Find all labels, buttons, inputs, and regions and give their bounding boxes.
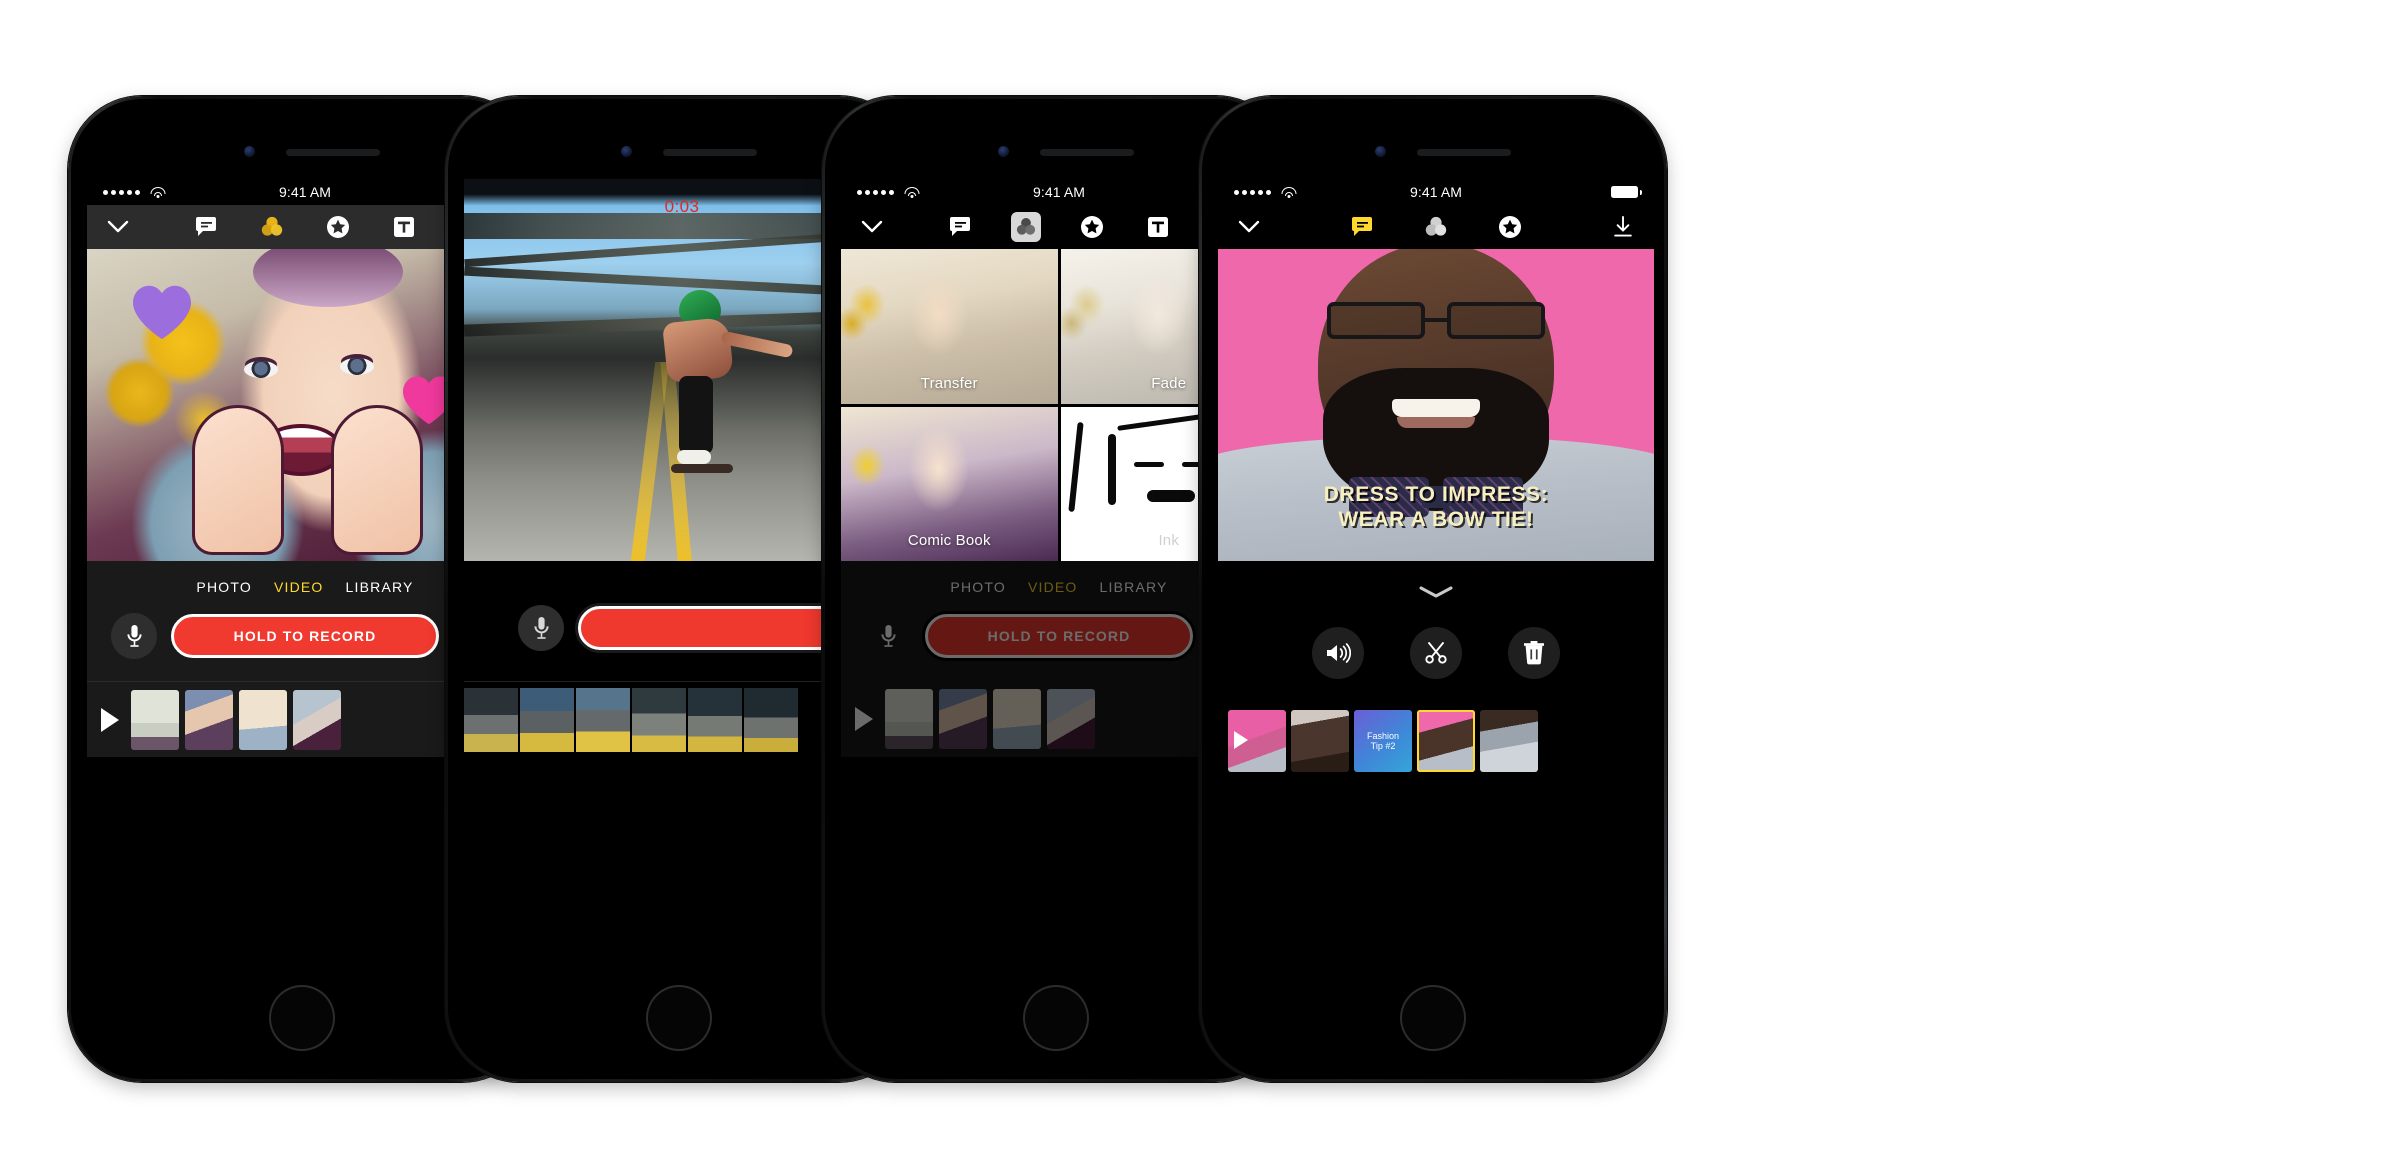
phone-4-preview[interactable]: DRESS TO IMPRESS: WEAR A BOW TIE!	[1218, 249, 1654, 561]
filter-comic-book-label: Comic Book	[907, 532, 991, 549]
text-icon[interactable]	[389, 212, 419, 242]
clip-skate-2[interactable]	[520, 687, 574, 752]
clip-closeup[interactable]	[1291, 710, 1349, 772]
chevron-down-icon[interactable]	[857, 212, 887, 242]
clip-two-friends[interactable]	[939, 689, 987, 749]
phone-4-filmstrip: Fashion Tip #2	[1218, 703, 1654, 779]
clip-bowtie-smile[interactable]	[1417, 710, 1475, 772]
clip-title-card[interactable]: Fashion Tip #2	[1354, 710, 1412, 772]
caption-line-2: WEAR A BOW TIE!	[1338, 508, 1534, 532]
phone-4-body: 9:41 AM DRESS TO IMPRESS: WEAR A BOW TIE…	[1202, 99, 1664, 1079]
microphone-icon[interactable]	[111, 613, 157, 659]
filters-icon[interactable]	[1421, 212, 1451, 242]
volume-icon[interactable]	[1312, 627, 1364, 679]
status-time: 9:41 AM	[278, 184, 332, 200]
filters-icon[interactable]	[1011, 212, 1041, 242]
wifi-icon	[1281, 186, 1296, 198]
filter-transfer[interactable]: Transfer	[841, 249, 1058, 404]
text-icon[interactable]	[1143, 212, 1173, 242]
clip-title-card-caption: Fashion Tip #2	[1366, 730, 1400, 751]
microphone-icon[interactable]	[865, 613, 911, 659]
status-time: 9:41 AM	[1409, 184, 1463, 200]
glasses-shape	[1327, 302, 1545, 340]
filter-transfer-label: Transfer	[920, 374, 978, 392]
status-bar: 9:41 AM	[1218, 179, 1654, 205]
home-button[interactable]	[1023, 985, 1089, 1051]
screenshot-canvas: 9:41 AM PHOTO VIDEO LIBRARY HOLD TO RECO…	[0, 0, 2400, 1154]
clip-bowtie-detail[interactable]	[1480, 710, 1538, 772]
recording-button[interactable]	[578, 606, 846, 650]
signal-dots-icon	[103, 189, 140, 195]
earpiece-speaker	[286, 149, 380, 156]
caption-line-1: DRESS TO IMPRESS:	[1323, 483, 1549, 507]
hold-to-record-button[interactable]: HOLD TO RECORD	[171, 614, 439, 658]
mode-photo[interactable]: PHOTO	[950, 579, 1006, 595]
clip-skate-5[interactable]	[688, 687, 742, 752]
comment-bubble-icon[interactable]	[945, 212, 975, 242]
wifi-icon	[904, 186, 919, 198]
mode-video[interactable]: VIDEO	[1028, 579, 1078, 595]
phone-4-toolbar	[1218, 205, 1654, 249]
star-icon[interactable]	[323, 212, 353, 242]
clip-skate-1[interactable]	[464, 687, 518, 752]
clip-intro[interactable]	[1228, 710, 1286, 772]
clip-skate-6[interactable]	[744, 687, 798, 752]
clip-skate-4[interactable]	[632, 687, 686, 752]
phone-4-screen: 9:41 AM DRESS TO IMPRESS: WEAR A BOW TIE…	[1218, 179, 1654, 979]
chevron-down-icon[interactable]	[1234, 212, 1264, 242]
mode-library[interactable]: LIBRARY	[346, 579, 414, 595]
clip-street[interactable]	[885, 689, 933, 749]
microphone-icon[interactable]	[518, 605, 564, 651]
hold-to-record-button[interactable]: HOLD TO RECORD	[925, 614, 1193, 658]
phone-4-controls: Fashion Tip #2	[1218, 561, 1654, 779]
clip-portrait[interactable]	[239, 689, 287, 750]
status-time: 9:41 AM	[1032, 184, 1086, 200]
comment-bubble-icon[interactable]	[191, 212, 221, 242]
purple-heart-sticker[interactable]	[131, 283, 193, 341]
front-camera-icon	[1375, 146, 1386, 157]
signal-dots-icon	[1234, 189, 1271, 195]
star-icon[interactable]	[1495, 212, 1525, 242]
chevron-down-handle[interactable]	[1218, 571, 1654, 601]
earpiece-speaker	[663, 149, 757, 156]
play-icon[interactable]	[101, 707, 119, 732]
clip-portrait[interactable]	[993, 689, 1041, 749]
home-button[interactable]	[269, 985, 335, 1051]
filter-comic-book[interactable]: Comic Book	[841, 406, 1058, 561]
wifi-icon	[150, 186, 165, 198]
trash-icon[interactable]	[1508, 627, 1560, 679]
chevron-down-icon[interactable]	[103, 212, 133, 242]
front-camera-icon	[244, 146, 255, 157]
mode-video[interactable]: VIDEO	[274, 579, 324, 595]
earpiece-speaker	[1417, 149, 1511, 156]
battery-full-icon	[1611, 186, 1642, 198]
filters-icon[interactable]	[257, 212, 287, 242]
star-icon[interactable]	[1077, 212, 1107, 242]
front-camera-icon	[621, 146, 632, 157]
clip-room[interactable]	[293, 689, 341, 750]
home-button[interactable]	[1400, 985, 1466, 1051]
clip-street[interactable]	[131, 689, 179, 750]
clip-edit-toolbar	[1218, 601, 1654, 703]
signal-dots-icon	[857, 189, 894, 195]
front-camera-icon	[998, 146, 1009, 157]
earpiece-speaker	[1040, 149, 1134, 156]
scissors-icon[interactable]	[1410, 627, 1462, 679]
mode-library[interactable]: LIBRARY	[1100, 579, 1168, 595]
comment-bubble-icon[interactable]	[1347, 212, 1377, 242]
phone-4: 9:41 AM DRESS TO IMPRESS: WEAR A BOW TIE…	[1199, 96, 1667, 1082]
play-icon[interactable]	[855, 707, 873, 731]
mode-photo[interactable]: PHOTO	[196, 579, 252, 595]
clip-two-friends[interactable]	[185, 689, 233, 750]
clip-skate-3[interactable]	[576, 687, 630, 752]
home-button[interactable]	[646, 985, 712, 1051]
download-icon[interactable]	[1608, 212, 1638, 242]
live-title-caption[interactable]: DRESS TO IMPRESS: WEAR A BOW TIE!	[1218, 483, 1654, 533]
clip-room[interactable]	[1047, 689, 1095, 749]
play-icon[interactable]	[1234, 731, 1248, 749]
